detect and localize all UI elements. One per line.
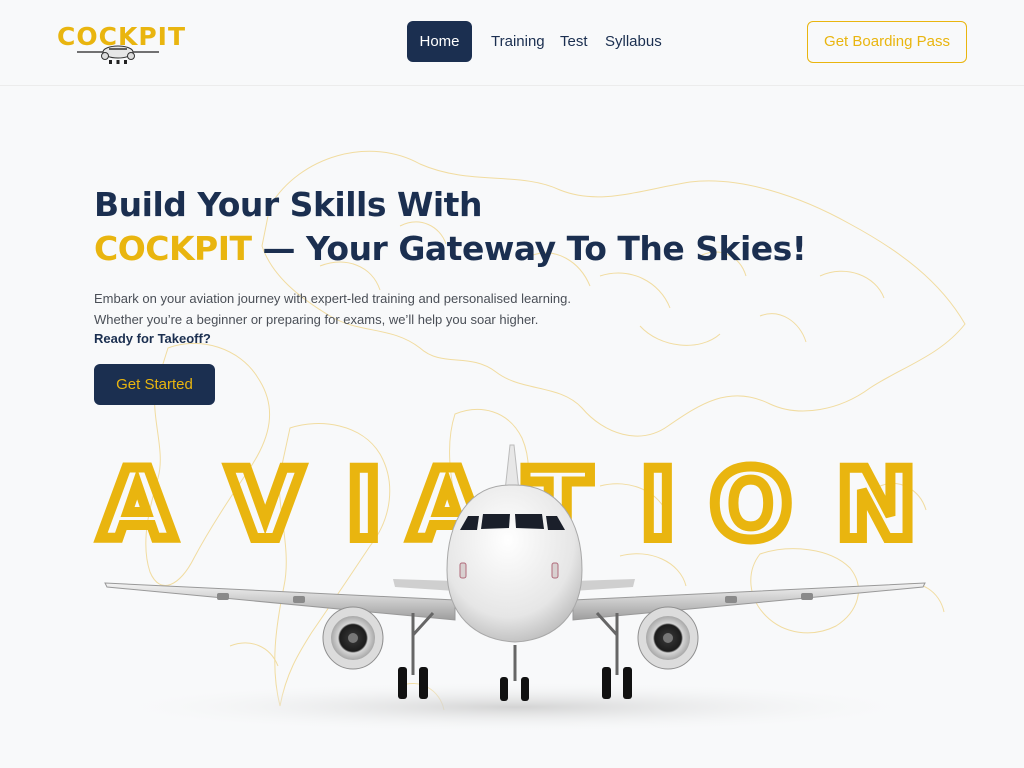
nav-test[interactable]: Test bbox=[560, 21, 588, 62]
hero-title-rest: — Your Gateway To The Skies! bbox=[251, 229, 807, 268]
logo[interactable]: COCKPIT bbox=[57, 22, 187, 66]
nav-syllabus[interactable]: Syllabus bbox=[605, 21, 662, 62]
airplane-icon bbox=[77, 45, 159, 64]
airplane-front-view bbox=[104, 444, 926, 733]
get-started-button[interactable]: Get Started bbox=[94, 364, 215, 405]
hero-title-line1: Build Your Skills With bbox=[94, 185, 482, 224]
hero-cta-text: Ready for Takeoff? bbox=[94, 331, 211, 346]
hero-title: Build Your Skills With COCKPIT — Your Ga… bbox=[94, 183, 807, 271]
hero-description: Embark on your aviation journey with exp… bbox=[94, 291, 571, 327]
nav-home[interactable]: Home bbox=[407, 21, 472, 62]
navbar: COCKPIT Home Training Test Syllabus Get … bbox=[0, 0, 1024, 86]
nav-training[interactable]: Training bbox=[491, 21, 545, 62]
hero-title-brand: COCKPIT bbox=[94, 229, 252, 268]
get-boarding-pass-button[interactable]: Get Boarding Pass bbox=[807, 21, 967, 63]
